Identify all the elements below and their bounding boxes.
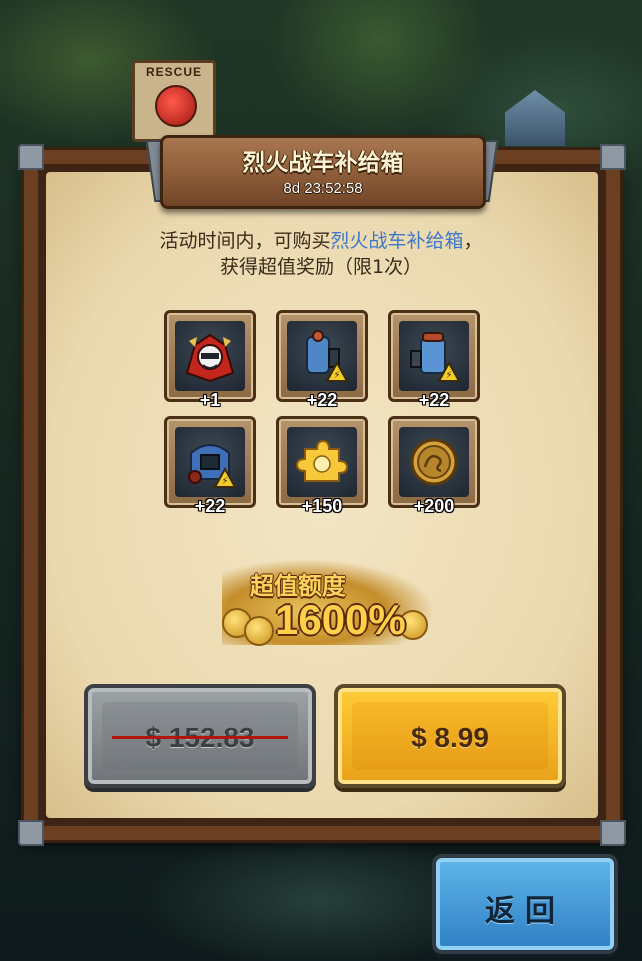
description-prefix: 活动时间内，可购买 (159, 230, 331, 252)
buy-button[interactable]: $ 8.99 (334, 684, 566, 788)
coin-icon (244, 616, 274, 646)
blue-armor-part-icon: ⚡ (188, 444, 237, 488)
description-highlight: 烈火战车补给箱 (330, 230, 464, 252)
reward-slot-5[interactable]: +150 (276, 416, 368, 516)
rescue-sign-label: RESCUE (145, 65, 202, 79)
reward-slot-2[interactable]: ⚡ +22 (276, 310, 368, 410)
rescue-sign[interactable]: RESCUE (132, 60, 216, 142)
reward-qty: +22 (418, 390, 450, 410)
description-suffix: ， (463, 230, 483, 252)
countdown-timer: 8d 23:52:58 (283, 180, 363, 197)
reward-qty: +200 (413, 496, 455, 516)
offer-description: 活动时间内，可购买烈火战车补给箱， 获得超值奖励（限1次） (60, 228, 582, 280)
rescue-character-icon (155, 85, 197, 127)
sale-price: $ 8.99 (411, 722, 489, 753)
reward-qty: +22 (306, 390, 338, 410)
reward-qty: +150 (301, 496, 343, 516)
corner-bracket (600, 820, 626, 846)
svg-text:⚡: ⚡ (333, 370, 340, 381)
blue-engine-part-icon: ⚡ (306, 330, 349, 382)
reward-slot-6[interactable]: +200 (388, 416, 480, 516)
value-percent: 1600% (275, 596, 406, 643)
reward-qty: +1 (199, 390, 221, 410)
gold-puzzle-piece-icon (295, 439, 349, 482)
back-button[interactable]: 返回 (432, 854, 618, 954)
reward-slot-3[interactable]: ⚡ +22 (388, 310, 480, 410)
original-price-button: $ 152.83 (84, 684, 316, 788)
svg-text:⚡: ⚡ (445, 370, 452, 381)
corner-bracket (600, 144, 626, 170)
reward-slot-1[interactable]: +1 (164, 310, 256, 410)
blue-tank-part-icon: ⚡ (410, 332, 461, 382)
dragon-gold-coin-icon (410, 438, 458, 486)
war-chariot-icon (185, 333, 235, 383)
corner-bracket (18, 820, 44, 846)
price-strikethrough (112, 736, 288, 739)
back-button-label: 返回 (485, 894, 565, 929)
description-line2: 获得超值奖励（限1次） (219, 256, 423, 278)
corner-bracket (18, 144, 44, 170)
svg-text:⚡: ⚡ (221, 476, 228, 487)
reward-qty: +22 (194, 496, 226, 516)
dialog-title: 烈火战车补给箱 (242, 150, 404, 176)
reward-slot-4[interactable]: ⚡ +22 (164, 416, 256, 516)
